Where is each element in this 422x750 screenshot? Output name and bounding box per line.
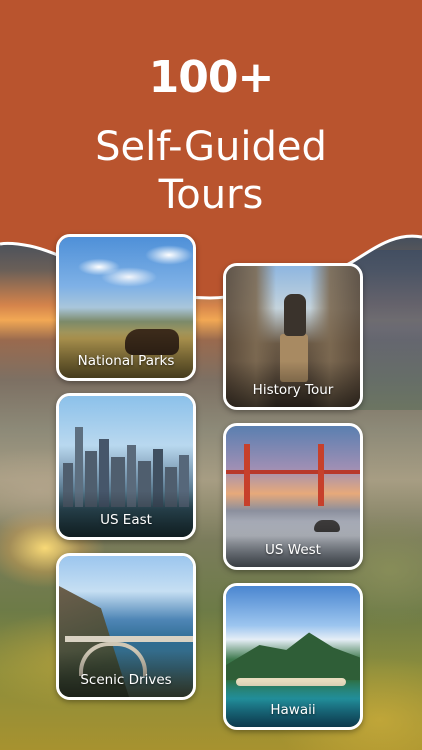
bridge-tower bbox=[318, 444, 324, 506]
title-line-2: Tours bbox=[158, 172, 264, 218]
card-label: National Parks bbox=[77, 353, 175, 369]
tour-card-national-parks[interactable]: National Parks bbox=[56, 234, 196, 381]
card-label: US East bbox=[100, 512, 152, 528]
card-label: Scenic Drives bbox=[80, 672, 172, 688]
green-mountains bbox=[226, 632, 360, 680]
card-label: Hawaii bbox=[270, 702, 316, 718]
title-line-1: Self-Guided bbox=[95, 124, 327, 170]
screenshot-page: 100+ Self-Guided Tours National Parks Hi… bbox=[0, 0, 422, 750]
card-label: History Tour bbox=[252, 382, 334, 398]
equestrian-statue bbox=[284, 294, 306, 336]
coastal-bridge bbox=[65, 636, 193, 642]
tour-card-hawaii[interactable]: Hawaii bbox=[223, 583, 363, 730]
tour-count-heading: 100+ bbox=[148, 52, 275, 103]
tour-card-history-tour[interactable]: History Tour bbox=[223, 263, 363, 410]
bridge-tower bbox=[244, 444, 250, 506]
tour-card-scenic-drives[interactable]: Scenic Drives bbox=[56, 553, 196, 700]
card-label: US West bbox=[265, 542, 321, 558]
tour-card-us-east[interactable]: US East bbox=[56, 393, 196, 540]
tour-card-us-west[interactable]: US West bbox=[223, 423, 363, 570]
